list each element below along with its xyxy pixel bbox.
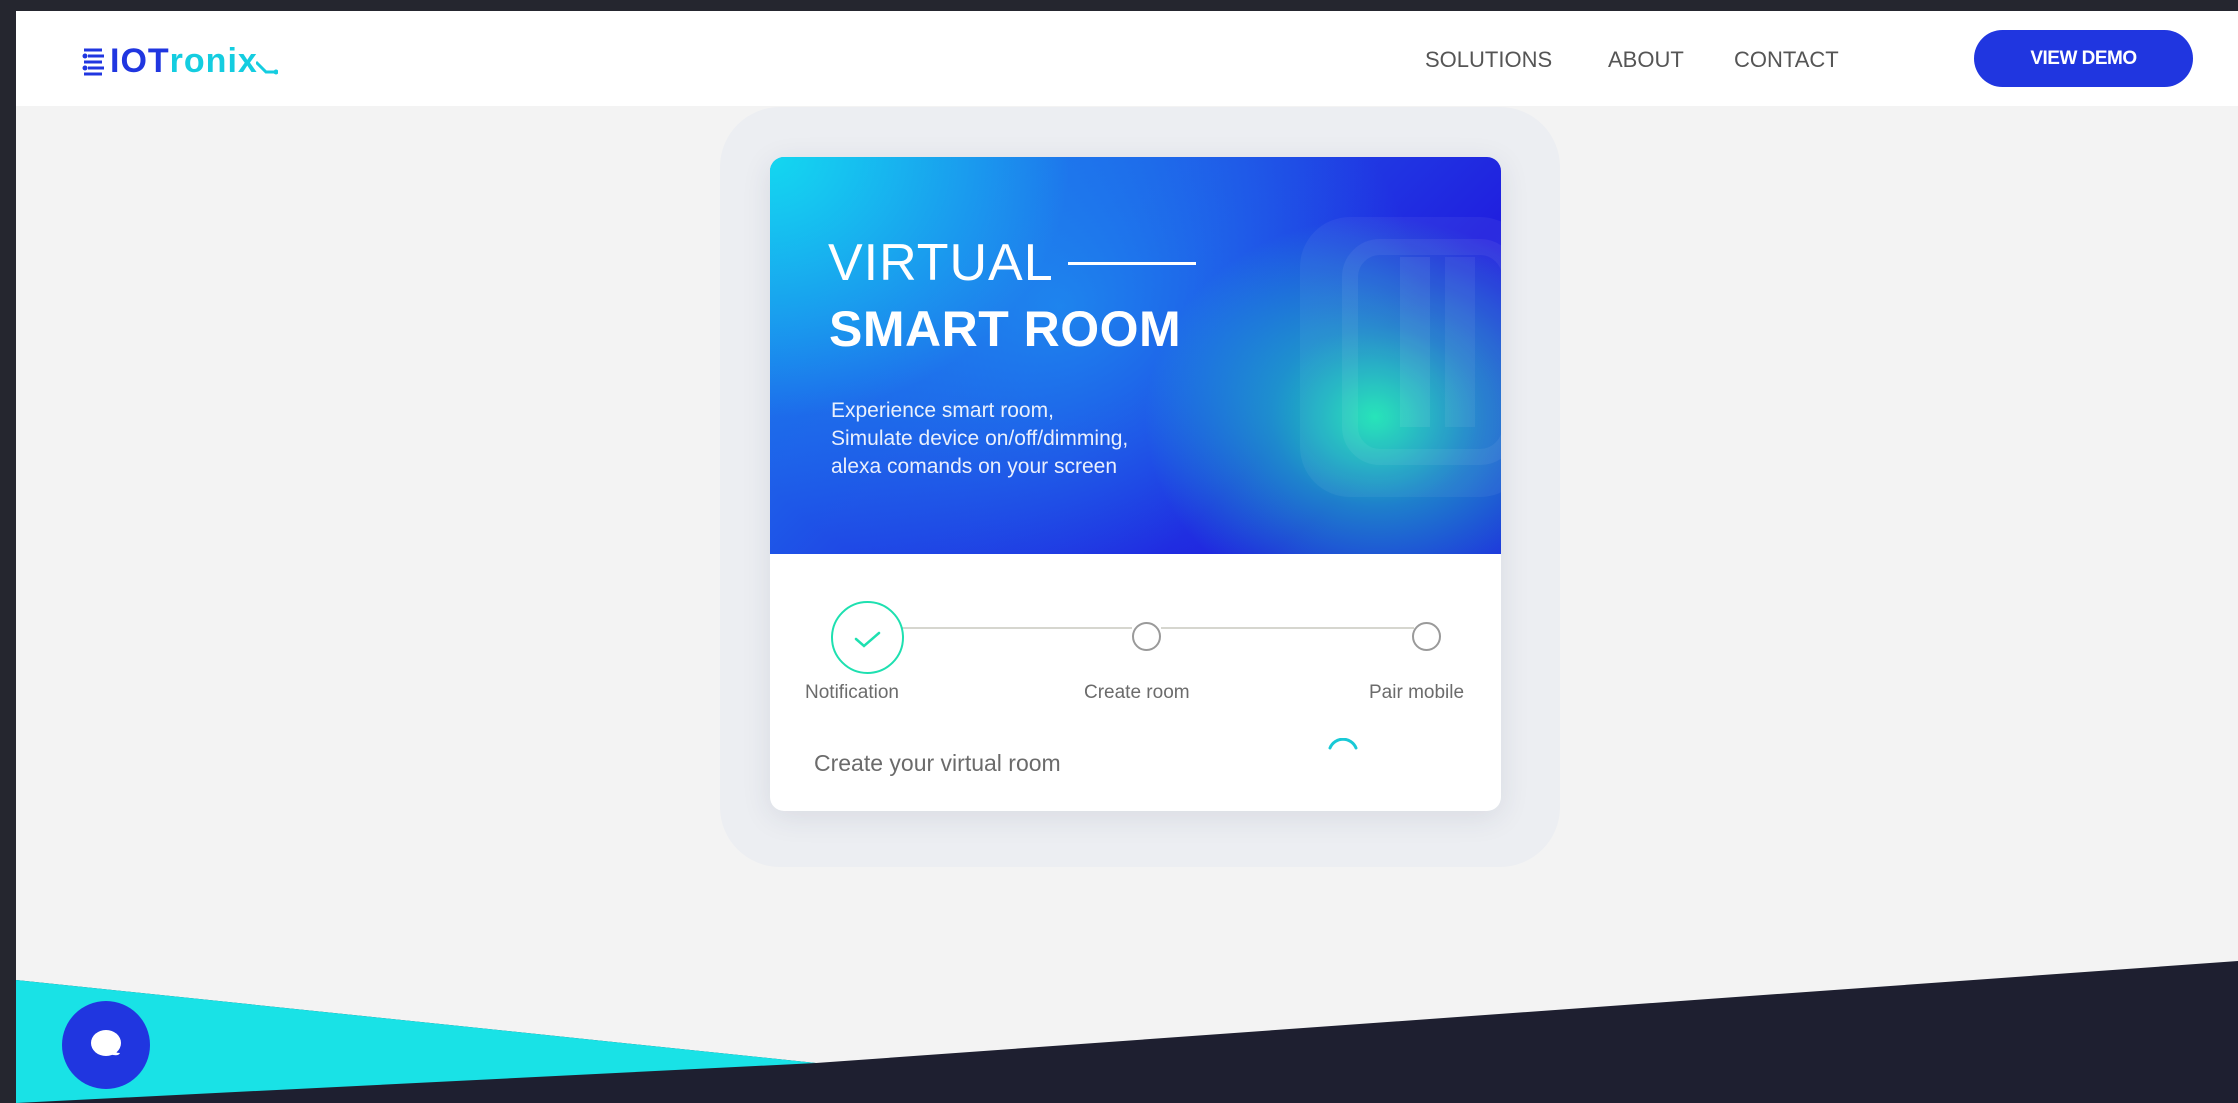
- virtual-room-card: VIRTUAL SMART ROOM Experience smart room…: [770, 157, 1501, 811]
- banner-description: Experience smart room, Simulate device o…: [831, 397, 1128, 481]
- checkmark-icon: [854, 631, 881, 648]
- banner-description-line: Experience smart room,: [831, 399, 1054, 422]
- nav-about[interactable]: ABOUT: [1608, 47, 1684, 73]
- stepper-connector: [1161, 627, 1414, 629]
- banner-description-line: Simulate device on/off/dimming,: [831, 427, 1129, 450]
- step-notification-indicator: [831, 601, 904, 674]
- chat-bubble-icon: [91, 1030, 121, 1056]
- banner-title-line2: SMART ROOM: [829, 301, 1182, 357]
- logo-circuit-icon: [82, 48, 104, 76]
- hero-banner: VIRTUAL SMART ROOM Experience smart room…: [770, 157, 1501, 554]
- step-label-pair-mobile: Pair mobile: [1369, 682, 1465, 703]
- logo-text-secondary: ronix: [169, 41, 258, 80]
- stepper-connector: [888, 627, 1132, 629]
- status-message: Create your virtual room: [814, 750, 1061, 776]
- device-watermark-icon: [1300, 217, 1501, 497]
- logo[interactable]: IOT ronix: [82, 41, 278, 81]
- chat-launcher-button[interactable]: [62, 1001, 150, 1089]
- step-label-create-room: Create room: [1084, 682, 1190, 703]
- title-divider-line: [1067, 261, 1196, 265]
- banner-title-virtual: VIRTUAL: [828, 234, 1054, 292]
- nav-solutions[interactable]: SOLUTIONS: [1425, 47, 1552, 73]
- step-create-room-indicator: [1132, 622, 1161, 651]
- step-pair-mobile-indicator: [1412, 622, 1441, 651]
- page: IOT ronix SOLUTIONS ABOUT CONTACT VIEW D…: [16, 11, 2238, 1103]
- step-label-notification: Notification: [805, 682, 899, 703]
- site-header: IOT ronix SOLUTIONS ABOUT CONTACT VIEW D…: [16, 11, 2238, 106]
- nav-contact[interactable]: CONTACT: [1734, 47, 1839, 73]
- logo-text-primary: IOT: [110, 41, 170, 80]
- banner-title-line1: VIRTUAL: [828, 233, 1196, 293]
- loading-spinner-icon: [1328, 738, 1358, 750]
- view-demo-button[interactable]: VIEW DEMO: [1974, 30, 2193, 87]
- logo-circuit-tail-icon: [255, 60, 278, 75]
- banner-description-line: alexa comands on your screen: [831, 455, 1117, 478]
